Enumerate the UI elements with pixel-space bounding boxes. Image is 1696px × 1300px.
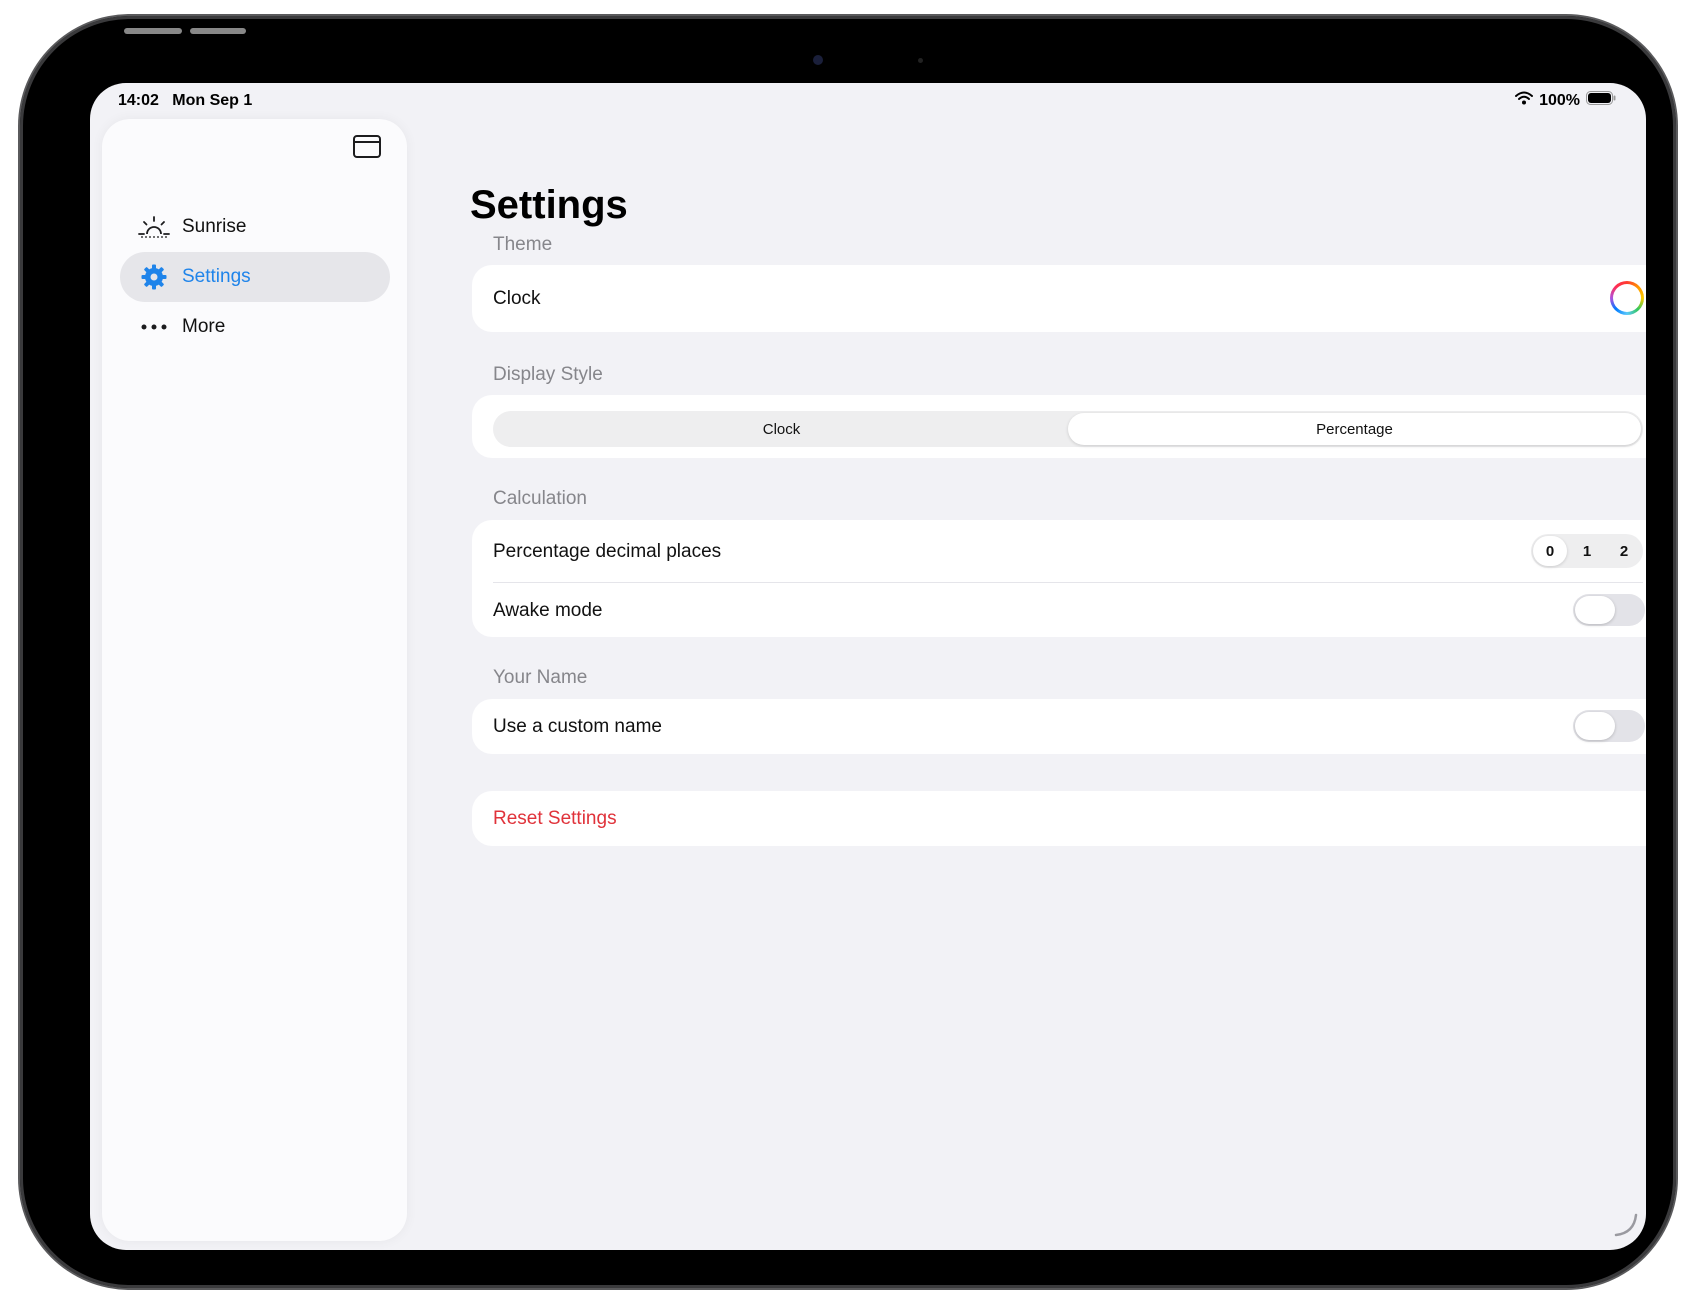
status-date: Mon Sep 1 [172,92,253,109]
reset-settings-button[interactable]: Reset Settings [493,808,617,830]
segment-percentage[interactable]: Percentage [1068,413,1641,445]
status-time: 14:02 Mon Sep 1 [118,92,252,110]
row-divider [493,582,1643,583]
section-label-theme: Theme [493,234,553,255]
ellipsis-icon [138,315,170,339]
section-label-calculation: Calculation [493,488,587,509]
screen: 14:02 Mon Sep 1 100% Sunrise Settings Mo… [90,83,1646,1250]
sidebar-toggle-button[interactable] [352,134,382,165]
theme-row-label: Clock [493,288,541,309]
awake-mode-toggle[interactable] [1573,594,1645,626]
sunrise-icon [138,215,170,239]
decimal-option-1[interactable]: 1 [1570,536,1604,566]
toggle-knob [1575,712,1615,740]
ipad-frame: 14:02 Mon Sep 1 100% Sunrise Settings Mo… [20,16,1676,1288]
calculation-card: Percentage decimal places 0 1 2 Awake mo… [472,520,1646,637]
sidebar-item-settings[interactable]: Settings [120,252,390,302]
decimal-places-segmented-control: 0 1 2 [1531,534,1643,568]
sidebar-item-label: Settings [182,266,251,287]
camera-sensor [918,58,923,63]
sidebar-nav: Sunrise Settings More [120,202,390,352]
sidebar-icon [352,135,382,164]
awake-mode-label: Awake mode [493,600,603,621]
top-button [190,28,246,34]
page-title: Settings [470,183,628,227]
decimal-option-0[interactable]: 0 [1533,536,1567,566]
display-style-segmented-control: Clock Percentage [493,411,1643,447]
resize-handle[interactable] [1612,1211,1640,1244]
sidebar-item-more[interactable]: More [120,302,390,352]
sidebar-item-sunrise[interactable]: Sunrise [120,202,390,252]
custom-name-toggle[interactable] [1573,710,1645,742]
section-label-display-style: Display Style [493,364,603,385]
decimal-places-label: Percentage decimal places [493,541,722,562]
your-name-card: Use a custom name [472,699,1646,754]
section-label-your-name: Your Name [493,667,588,688]
segment-clock[interactable]: Clock [495,413,1068,445]
sidebar: Sunrise Settings More [102,119,407,1241]
theme-card: Clock [472,265,1646,332]
front-camera [813,55,823,65]
sidebar-item-label: Sunrise [182,216,247,237]
reset-card: Reset Settings [472,791,1646,846]
sidebar-item-label: More [182,316,226,337]
main-content: Settings Theme Clock Display Style Clock… [430,83,1646,1250]
top-button [124,28,182,34]
display-style-card: Clock Percentage [472,395,1646,458]
decimal-option-2[interactable]: 2 [1607,536,1641,566]
toggle-knob [1575,596,1615,624]
status-clock: 14:02 [118,92,159,109]
gear-icon [138,264,170,290]
theme-color-picker[interactable] [1610,281,1644,315]
custom-name-label: Use a custom name [493,716,662,737]
